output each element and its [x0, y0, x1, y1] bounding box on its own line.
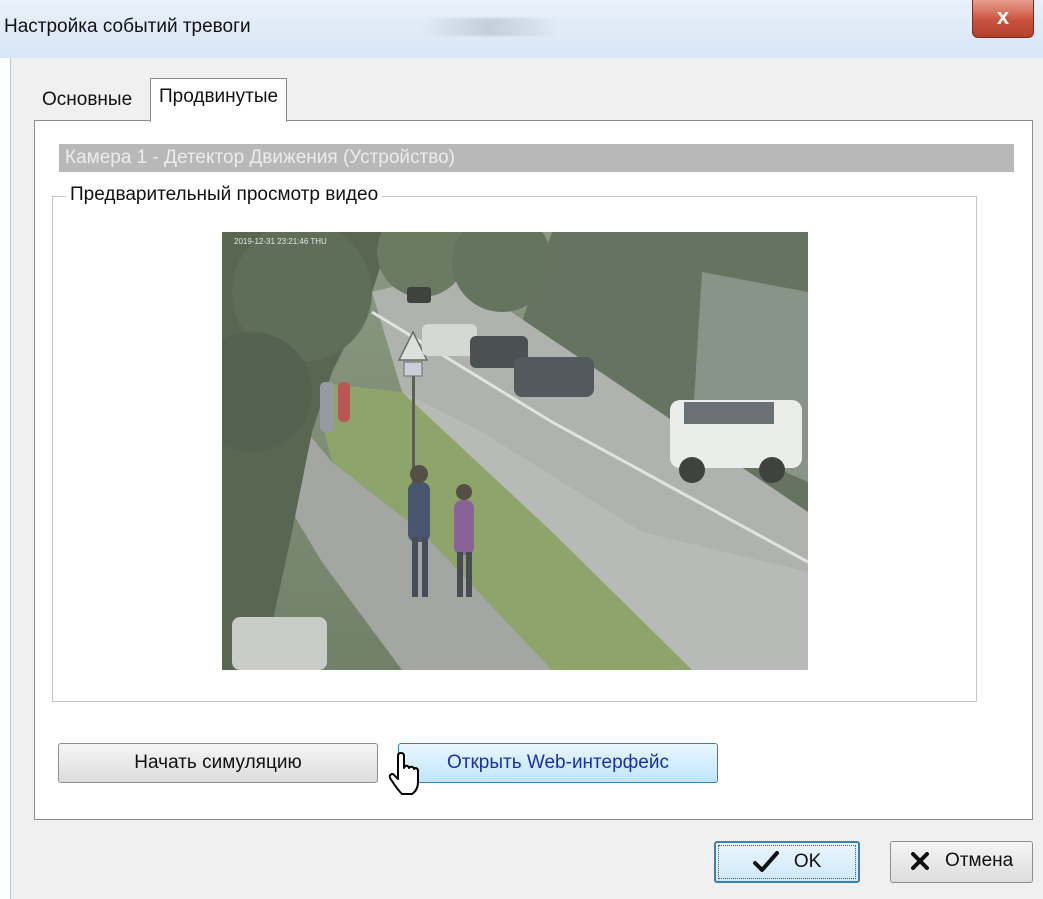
hand-pointer-icon: [388, 752, 419, 795]
tab-advanced[interactable]: Продвинутые: [150, 78, 288, 122]
video-timestamp: 2019-12-31 23:21:46 THU: [234, 237, 327, 246]
preview-legend: Предварительный просмотр видео: [66, 184, 383, 206]
video-preview: 2019-12-31 23:21:46 THU: [222, 232, 808, 670]
open-web-interface-button[interactable]: Открыть Web-интерфейс: [398, 743, 718, 783]
title-bar: Настройка событий тревоги x: [0, 0, 1043, 58]
checkmark-icon: [752, 851, 779, 872]
video-frame-image: 2019-12-31 23:21:46 THU: [222, 232, 808, 670]
close-button[interactable]: x: [972, 0, 1034, 38]
cancel-label: Отмена: [945, 850, 1014, 871]
title-bar-blur: [420, 18, 560, 36]
window-title: Настройка событий тревоги: [4, 16, 251, 37]
camera-header: Камера 1 - Детектор Движения (Устройство…: [59, 144, 1014, 172]
ok-button[interactable]: OK: [714, 841, 860, 883]
cancel-button[interactable]: Отмена: [890, 841, 1033, 883]
ok-label: OK: [793, 851, 822, 872]
start-simulation-button[interactable]: Начать симуляцию: [58, 743, 378, 783]
cross-icon: [910, 852, 929, 870]
tab-basic[interactable]: Основные: [34, 82, 140, 120]
